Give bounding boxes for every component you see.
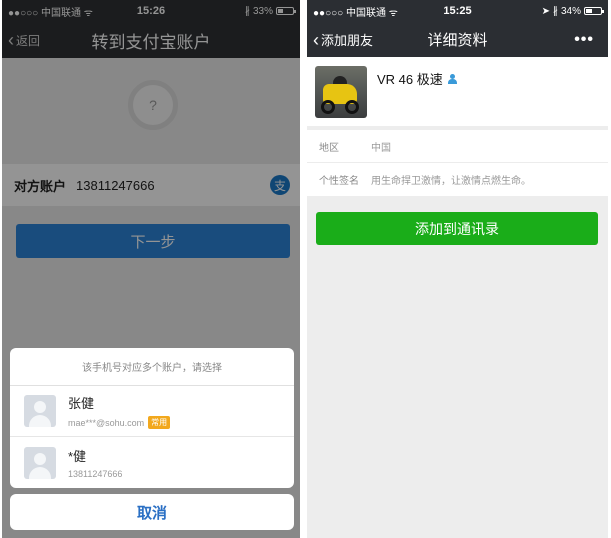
clock: 15:25 [443, 5, 472, 17]
option-name: *健 [68, 449, 87, 464]
user-avatar-icon [24, 395, 56, 427]
chevron-left-icon: ‹ [313, 29, 319, 50]
person-icon [447, 73, 457, 84]
user-avatar-icon [24, 446, 56, 479]
screenshot-pair: ●●○○○ 中国联通 ᯤ 15:26 ∦ 33% ‹ 返回 转到支付宝账户 ? … [0, 0, 611, 538]
wheel [345, 100, 359, 114]
option-detail: 13811247666 [68, 469, 123, 479]
cancel-button[interactable]: 取消 [10, 494, 294, 530]
profile-name: VR 46 极速 [377, 72, 443, 87]
back-label: 添加朋友 [321, 33, 374, 48]
profile-header: VR 46 极速 [307, 57, 608, 126]
add-to-contacts-button[interactable]: 添加到通讯录 [316, 212, 598, 245]
battery-icon [584, 7, 604, 15]
option-detail: mae***@sohu.com [68, 417, 145, 428]
sheet-prompt: 该手机号对应多个账户，请选择 [10, 348, 294, 386]
info-row-signature: 个性签名 用生命捍卫激情，让激情点燃生命。 [307, 163, 608, 196]
info-value: 中国 [371, 142, 391, 154]
account-picker-sheet: 该手机号对应多个账户，请选择 张健 mae***@sohu.com 常用 *健 … [10, 348, 294, 488]
profile-name-row: VR 46 极速 [377, 69, 457, 88]
more-icon[interactable]: ••• [574, 31, 594, 49]
option-name: 张健 [68, 396, 95, 411]
info-row-region: 地区 中国 [307, 130, 608, 163]
alipay-transfer-screen: ●●○○○ 中国联通 ᯤ 15:26 ∦ 33% ‹ 返回 转到支付宝账户 ? … [2, 0, 300, 538]
frequent-badge: 常用 [148, 416, 171, 429]
nav-bar: ‹ 添加朋友 详细资料 ••• [307, 22, 608, 57]
info-label: 个性签名 [319, 176, 359, 187]
back-button[interactable]: ‹ 添加朋友 [313, 30, 373, 49]
info-value: 用生命捍卫激情，让激情点燃生命。 [371, 176, 531, 187]
profile-info-list: 地区 中国 个性签名 用生命捍卫激情，让激情点燃生命。 [307, 130, 608, 196]
account-option[interactable]: 张健 mae***@sohu.com 常用 [10, 386, 294, 437]
info-label: 地区 [319, 142, 339, 154]
account-option[interactable]: *健 13811247666 [10, 437, 294, 488]
status-bar: ●●○○○ 中国联通 ᯤ 15:25 ➤ ∦ 34% [307, 0, 608, 22]
profile-photo[interactable] [315, 66, 367, 118]
wheel [321, 100, 335, 114]
wechat-profile-screen: ●●○○○ 中国联通 ᯤ 15:25 ➤ ∦ 34% ‹ 添加朋友 详细资料 •… [307, 0, 608, 538]
